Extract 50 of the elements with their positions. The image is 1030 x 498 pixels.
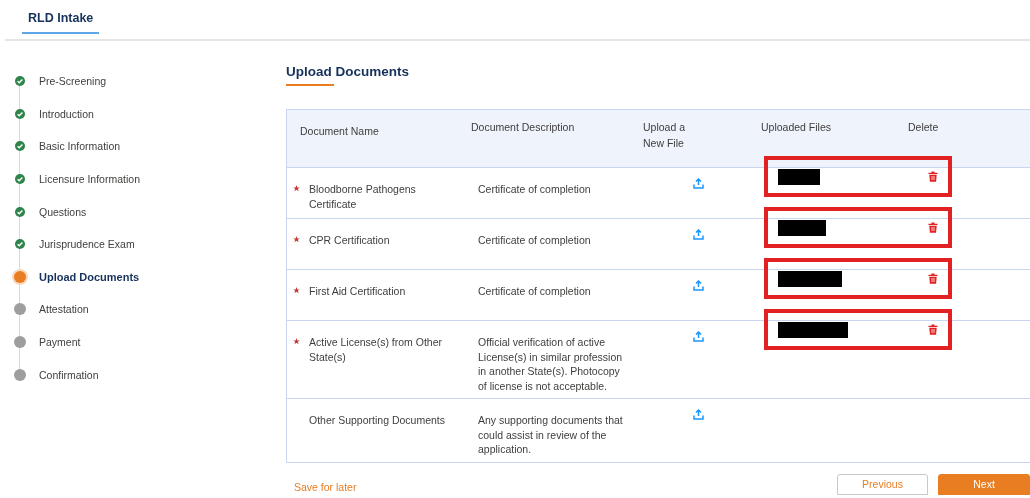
document-description: Certificate of completion bbox=[478, 183, 591, 195]
redacted-file-name bbox=[778, 219, 826, 236]
document-description: Certificate of completion bbox=[478, 234, 591, 246]
column-header: Upload a New File bbox=[643, 120, 687, 151]
check-icon bbox=[15, 174, 25, 185]
trash-icon[interactable] bbox=[928, 222, 938, 233]
document-name: Bloodborne Pathogens Certificate bbox=[309, 182, 417, 212]
step-label[interactable]: Jurisprudence Exam bbox=[39, 238, 135, 251]
upload-icon[interactable] bbox=[693, 409, 704, 420]
column-header: Document Name bbox=[300, 125, 379, 137]
check-icon bbox=[15, 239, 25, 250]
upload-icon[interactable] bbox=[693, 280, 704, 291]
trash-icon[interactable] bbox=[928, 273, 938, 284]
check-icon bbox=[15, 76, 25, 87]
pending-step-icon bbox=[14, 368, 26, 381]
column-header: Delete bbox=[908, 121, 939, 133]
redacted-file-name bbox=[778, 321, 848, 338]
check-icon bbox=[15, 206, 25, 217]
section-title: Upload Documents bbox=[286, 64, 409, 79]
step-label[interactable]: Basic Information bbox=[39, 140, 121, 153]
column-header: Uploaded Files bbox=[761, 121, 832, 133]
check-icon bbox=[15, 108, 25, 119]
app-tab[interactable]: RLD Intake bbox=[22, 10, 100, 34]
step-label[interactable]: Pre-Screening bbox=[39, 75, 107, 88]
current-step-icon bbox=[12, 268, 28, 285]
column-header: Document Description bbox=[471, 121, 575, 133]
document-name: First Aid Certification bbox=[309, 284, 406, 299]
upload-icon[interactable] bbox=[693, 229, 704, 240]
step-label[interactable]: Licensure Information bbox=[39, 173, 140, 186]
trash-icon[interactable] bbox=[928, 171, 938, 182]
check-icon bbox=[15, 141, 25, 152]
document-description: Official verification of active License(s) in similar profession in another State(s). Photocopy of license is not acceptable. bbox=[478, 336, 623, 392]
step-label[interactable]: Confirmation bbox=[39, 368, 99, 381]
pending-step-icon bbox=[14, 336, 26, 349]
document-name: Active License(s) from Other State(s) bbox=[309, 335, 444, 365]
document-name: CPR Certification bbox=[309, 233, 390, 248]
redacted-file-name bbox=[778, 168, 820, 185]
step-label[interactable]: Introduction bbox=[39, 107, 94, 120]
document-name: Other Supporting Documents bbox=[309, 413, 445, 428]
step-label[interactable]: Questions bbox=[39, 205, 87, 218]
step-label[interactable]: Payment bbox=[39, 336, 81, 349]
step-label[interactable]: Attestation bbox=[39, 303, 89, 316]
upload-icon[interactable] bbox=[693, 331, 704, 342]
pending-step-icon bbox=[14, 303, 26, 316]
document-description: Certificate of completion bbox=[478, 285, 591, 297]
upload-icon[interactable] bbox=[693, 178, 704, 189]
trash-icon[interactable] bbox=[928, 324, 938, 335]
redacted-file-name bbox=[778, 270, 842, 287]
document-description: Any supporting documents that could assist in review of the application. bbox=[478, 414, 623, 455]
step-label[interactable]: Upload Documents bbox=[39, 270, 140, 283]
